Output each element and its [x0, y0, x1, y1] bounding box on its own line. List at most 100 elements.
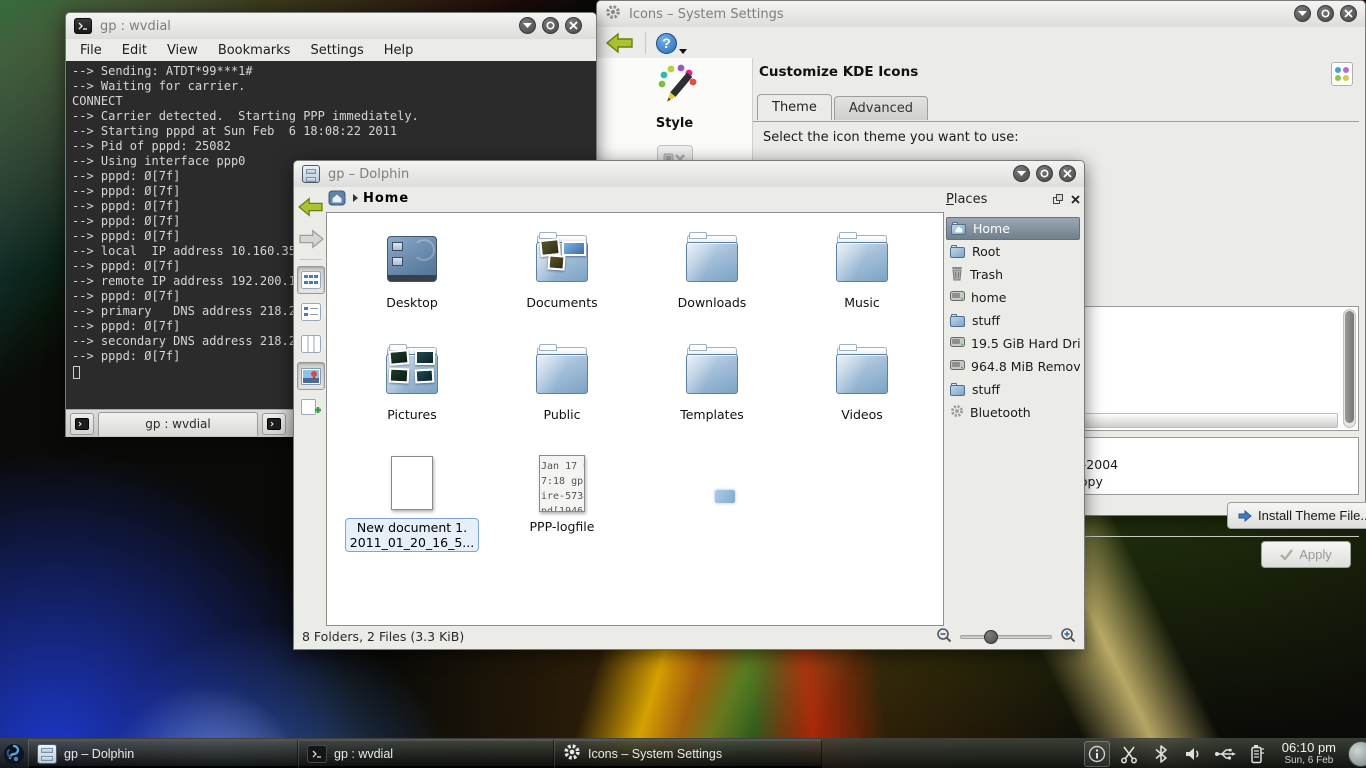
breadcrumb: Home — [328, 188, 409, 208]
float-panel-button[interactable] — [1053, 194, 1063, 204]
volume-icon[interactable] — [1180, 741, 1206, 767]
close-button[interactable] — [1340, 5, 1357, 22]
back-button[interactable] — [605, 29, 635, 57]
file-item-downloads[interactable]: Downloads — [637, 221, 787, 333]
place-trash[interactable]: Trash — [946, 263, 1080, 286]
forward-button[interactable] — [296, 225, 326, 253]
menu-help[interactable]: Help — [384, 43, 414, 58]
taskbar-item-system-settings[interactable]: Icons – System Settings — [554, 739, 822, 768]
panel-toolbox-icon[interactable] — [1348, 741, 1366, 767]
dolphin-file-view[interactable]: Desktop Documents Downloads — [326, 212, 944, 626]
bluetooth-icon[interactable] — [1148, 741, 1174, 767]
maximize-button[interactable] — [1036, 165, 1053, 182]
module-header: Customize KDE Icons — [759, 64, 918, 80]
place-home[interactable]: Home — [946, 217, 1080, 240]
trash-icon — [950, 266, 964, 284]
menu-view[interactable]: View — [167, 43, 198, 58]
menu-edit[interactable]: Edit — [122, 43, 147, 58]
place-removable-drive[interactable]: 964.8 MiB Remov... — [946, 355, 1080, 378]
terminal-icon — [74, 18, 92, 34]
clock-time: 06:10 pm — [1282, 741, 1336, 754]
notifications-icon[interactable] — [1084, 741, 1110, 767]
dolphin-statusbar: 8 Folders, 2 Files (3.3 KiB) — [294, 624, 1084, 649]
folder-icon — [530, 339, 594, 403]
file-item-videos[interactable]: Videos — [787, 333, 937, 445]
preview-icon — [301, 368, 321, 385]
back-button[interactable] — [296, 193, 326, 221]
system-tray: 06:10 pm Sun, 6 Feb — [1084, 739, 1366, 768]
preview-toggle-button[interactable] — [297, 362, 325, 390]
breadcrumb-home[interactable]: Home — [363, 191, 409, 206]
apply-button[interactable]: Apply — [1261, 541, 1351, 568]
desktop-folder-icon — [380, 227, 444, 291]
clipboard-scissors-icon[interactable] — [1116, 741, 1142, 767]
folder-icon — [950, 383, 966, 396]
new-tab-button[interactable] — [70, 413, 94, 435]
maximize-button[interactable] — [542, 17, 559, 34]
clock-date: Sun, 6 Feb — [1284, 754, 1333, 767]
folder-icon — [680, 227, 744, 291]
place-bluetooth[interactable]: Bluetooth — [946, 401, 1080, 424]
zoom-slider[interactable] — [960, 630, 1052, 644]
icons-view-button[interactable] — [297, 266, 325, 294]
place-home-drive[interactable]: home — [946, 286, 1080, 309]
file-item-public[interactable]: Public — [487, 333, 637, 445]
zoom-slider-handle[interactable] — [984, 630, 998, 644]
place-root[interactable]: Root — [946, 240, 1080, 263]
menu-file[interactable]: File — [80, 43, 102, 58]
file-item-new-document[interactable]: New document 1. 2011_01_20_16_5... — [337, 445, 487, 557]
maximize-button[interactable] — [1317, 5, 1334, 22]
file-item-ppp-logfile[interactable]: Jan 17 09:4 7:18 gp-Asp ire-5738 pp pd[1… — [487, 445, 637, 557]
place-stuff-2[interactable]: stuff — [946, 378, 1080, 401]
file-item-music[interactable]: Music — [787, 221, 937, 333]
tab-advanced[interactable]: Advanced — [834, 96, 928, 120]
sidebar-item-style[interactable]: Style — [597, 58, 752, 131]
battery-icon[interactable] — [1244, 741, 1270, 767]
zoom-in-icon — [1060, 627, 1076, 643]
file-item-pictures[interactable]: Pictures — [337, 333, 487, 445]
usb-device-icon[interactable] — [1212, 741, 1238, 767]
minimize-button[interactable] — [1294, 5, 1311, 22]
details-view-icon — [301, 303, 321, 321]
places-list: Home Root Trash home — [946, 217, 1080, 424]
breadcrumb-home-button[interactable] — [328, 190, 348, 207]
clock[interactable]: 06:10 pm Sun, 6 Feb — [1276, 741, 1342, 767]
tab-theme[interactable]: Theme — [757, 94, 832, 120]
file-item-desktop[interactable]: Desktop — [337, 221, 487, 333]
close-button[interactable] — [1059, 165, 1076, 182]
split-view-button[interactable] — [297, 394, 325, 422]
menu-bookmarks[interactable]: Bookmarks — [218, 43, 291, 58]
close-panel-button[interactable] — [1071, 195, 1080, 204]
place-hard-drive[interactable]: 19.5 GiB Hard Drive — [946, 332, 1080, 355]
help-button[interactable]: ? — [656, 31, 680, 55]
file-item-documents[interactable]: Documents — [487, 221, 637, 333]
zoom-out-button[interactable] — [936, 627, 952, 646]
pictures-folder-icon — [380, 339, 444, 403]
taskbar-item-wvdial[interactable]: gp : wvdial — [298, 739, 554, 768]
home-icon — [328, 190, 346, 206]
columns-view-icon — [301, 335, 321, 353]
scrollbar-thumb[interactable] — [1345, 311, 1354, 423]
file-item-templates[interactable]: Templates — [637, 333, 787, 445]
minimize-button[interactable] — [519, 17, 536, 34]
zoom-in-button[interactable] — [1060, 627, 1076, 646]
tab-list-button[interactable] — [262, 413, 286, 435]
columns-view-button[interactable] — [297, 330, 325, 358]
gear-icon — [950, 404, 964, 421]
minimize-button[interactable] — [1013, 165, 1030, 182]
dolphin-icon — [37, 744, 57, 764]
close-button[interactable] — [565, 17, 582, 34]
terminal-tab[interactable]: gp : wvdial — [98, 412, 258, 436]
distro-logo-icon — [3, 743, 25, 765]
install-theme-button[interactable]: Install Theme File... — [1227, 502, 1366, 529]
menu-settings[interactable]: Settings — [310, 43, 363, 58]
app-launcher-button[interactable] — [0, 739, 28, 768]
folder-icon — [830, 227, 894, 291]
taskbar-item-dolphin[interactable]: gp – Dolphin — [28, 739, 298, 768]
dolphin-toolbar — [296, 193, 326, 422]
check-icon — [1280, 549, 1293, 560]
split-view-icon — [301, 399, 321, 417]
details-view-button[interactable] — [297, 298, 325, 326]
scrollbar[interactable] — [1343, 309, 1356, 428]
place-stuff-1[interactable]: stuff — [946, 309, 1080, 332]
